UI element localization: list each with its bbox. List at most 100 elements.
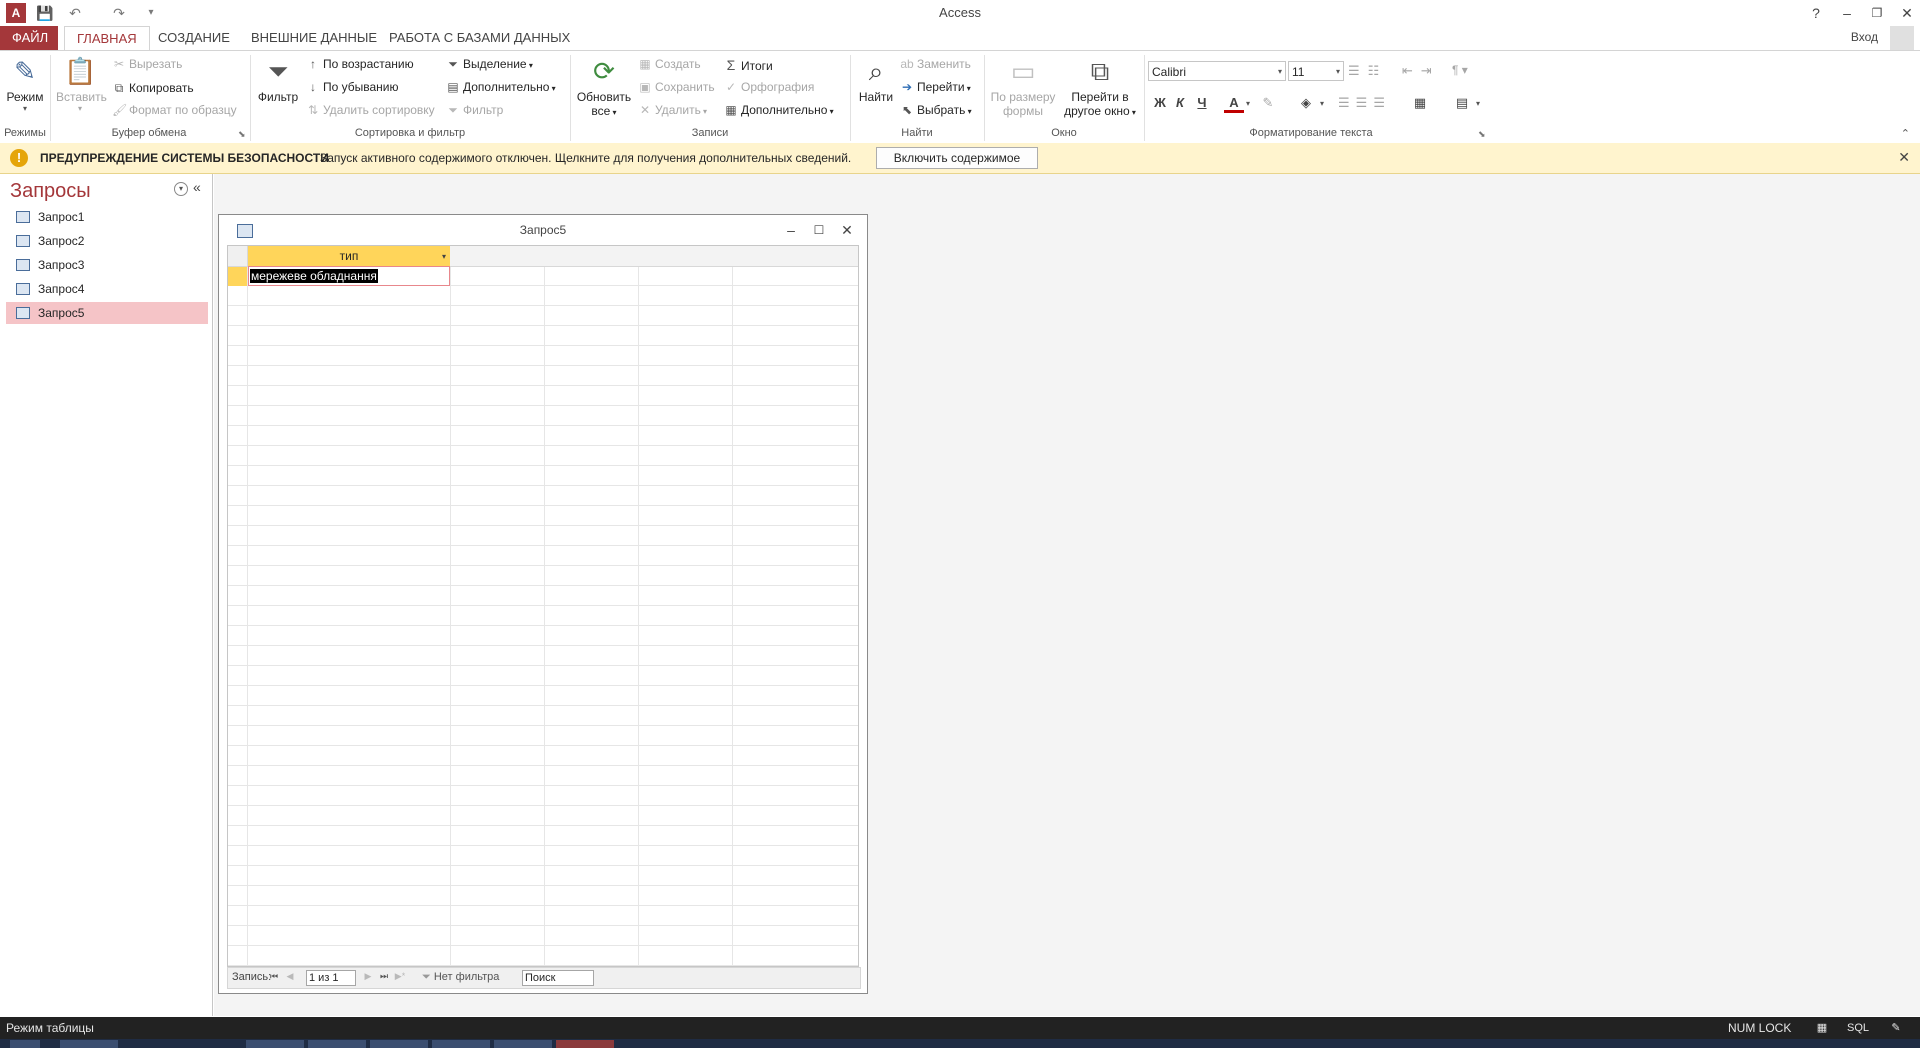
- chevron-down-icon[interactable]: ▾: [174, 182, 188, 196]
- help-button[interactable]: ?: [1801, 2, 1831, 24]
- search-input[interactable]: Поиск: [522, 970, 594, 986]
- nav-item-query5[interactable]: Запрос5: [6, 302, 208, 324]
- datasheet-grid[interactable]: тип ▾ мережеве обладнання: [227, 245, 859, 967]
- fill-color-icon[interactable]: ◈: [1296, 93, 1316, 113]
- new-record-icon[interactable]: ▶*: [394, 971, 406, 982]
- indent-buttons[interactable]: ⇤⇥: [1402, 63, 1440, 79]
- chevron-down-icon[interactable]: ▾: [442, 247, 446, 267]
- design-view-icon[interactable]: ✎: [1884, 1019, 1908, 1037]
- taskbar-app[interactable]: [432, 1040, 490, 1048]
- gridlines-icon[interactable]: ▤: [1452, 93, 1472, 113]
- sort-ascending-button[interactable]: ↑ По возрастанию: [306, 57, 414, 71]
- taskbar-app[interactable]: [246, 1040, 304, 1048]
- taskbar-app[interactable]: [60, 1040, 118, 1048]
- switch-windows-button[interactable]: ⧉ Перейти в другое окно ▾: [1060, 55, 1140, 118]
- restore-button[interactable]: ❐: [1862, 2, 1892, 24]
- chevron-down-icon[interactable]: ▾: [1246, 99, 1250, 108]
- tab-home[interactable]: ГЛАВНАЯ: [64, 26, 150, 51]
- underline-button[interactable]: Ч: [1192, 93, 1212, 113]
- nav-item-query2[interactable]: Запрос2: [6, 230, 208, 252]
- filter-button[interactable]: ⏷ Фильтр: [254, 55, 302, 104]
- security-warning-message[interactable]: Запуск активного содержимого отключен. Щ…: [320, 151, 851, 165]
- row-selector[interactable]: [228, 267, 247, 286]
- dialog-launcher-icon[interactable]: ⬊: [238, 129, 246, 140]
- collapse-ribbon-icon[interactable]: ⌃: [1901, 127, 1910, 140]
- current-record-input[interactable]: 1 из 1: [306, 970, 356, 986]
- replace-button[interactable]: ab Заменить: [900, 57, 971, 71]
- new-record-button[interactable]: ▦ Создать: [638, 57, 700, 71]
- copy-button[interactable]: ⧉ Копировать: [112, 81, 194, 96]
- taskbar-app[interactable]: [494, 1040, 552, 1048]
- format-painter-button[interactable]: 🖌 Формат по образцу: [112, 103, 237, 117]
- cell-value[interactable]: мережеве обладнання: [250, 269, 378, 283]
- datasheet-view-icon[interactable]: ▦: [1810, 1019, 1834, 1037]
- nav-item-query4[interactable]: Запрос4: [6, 278, 208, 300]
- next-record-icon[interactable]: ▶: [362, 971, 374, 982]
- goto-button[interactable]: ➔ Перейти ▾: [900, 80, 971, 94]
- align-right-icon[interactable]: ☰: [1373, 95, 1391, 110]
- maximize-button[interactable]: ☐: [807, 219, 831, 241]
- tab-file[interactable]: ФАЙЛ: [0, 26, 58, 50]
- sort-descending-button[interactable]: ↓ По убыванию: [306, 80, 399, 94]
- minimize-button[interactable]: –: [1832, 2, 1862, 24]
- tab-create[interactable]: СОЗДАНИЕ: [146, 26, 242, 50]
- find-button[interactable]: ⌕ Найти: [854, 55, 898, 104]
- minimize-button[interactable]: –: [779, 219, 803, 241]
- select-all-button[interactable]: [228, 246, 248, 266]
- sql-view-button[interactable]: SQL: [1846, 1019, 1870, 1037]
- nav-item-query1[interactable]: Запрос1: [6, 206, 208, 228]
- cut-button[interactable]: ✂ Вырезать: [112, 57, 182, 71]
- last-record-icon[interactable]: ⏭: [378, 971, 390, 982]
- advanced-filter-button[interactable]: ▤ Дополнительно ▾: [446, 80, 555, 94]
- paste-button[interactable]: 📋 Вставить ▾: [56, 55, 107, 113]
- view-button[interactable]: ✎ Режим ▾: [4, 55, 46, 113]
- alternate-row-color-icon[interactable]: ▦: [1410, 93, 1430, 113]
- taskbar-app-access[interactable]: [556, 1040, 614, 1048]
- toggle-filter-button[interactable]: ⏷ Фильтр: [446, 103, 503, 118]
- totals-button[interactable]: Σ Итоги: [724, 57, 773, 73]
- align-left-icon[interactable]: ☰: [1338, 95, 1356, 110]
- paragraph-direction-icon[interactable]: ¶ ▾: [1452, 63, 1468, 77]
- indent-increase-icon[interactable]: ⇥: [1421, 63, 1440, 78]
- column-header-type[interactable]: тип ▾: [248, 246, 450, 266]
- font-color-button[interactable]: A: [1224, 93, 1244, 113]
- bullets-icon[interactable]: ☰: [1348, 63, 1368, 78]
- close-button[interactable]: ✕: [1892, 2, 1920, 24]
- tab-external-data[interactable]: ВНЕШНИЕ ДАННЫЕ: [239, 26, 389, 50]
- more-records-button[interactable]: ▦ Дополнительно ▾: [724, 103, 833, 117]
- numbering-icon[interactable]: ☷: [1368, 63, 1388, 78]
- previous-record-icon[interactable]: ◀: [284, 971, 296, 982]
- avatar[interactable]: [1890, 26, 1914, 50]
- nav-item-query3[interactable]: Запрос3: [6, 254, 208, 276]
- sign-in-link[interactable]: Вход: [1851, 30, 1878, 44]
- size-to-fit-form-button[interactable]: ▭ По размеру формы: [988, 55, 1058, 118]
- refresh-all-button[interactable]: ⟳ Обновить все ▾: [574, 55, 634, 118]
- font-size-select[interactable]: 11 ▾: [1288, 61, 1344, 81]
- selection-button[interactable]: ⏷ Выделение ▾: [446, 57, 533, 72]
- align-buttons[interactable]: ☰☰☰: [1338, 95, 1391, 111]
- chevron-down-icon[interactable]: ▾: [1476, 99, 1480, 108]
- list-buttons[interactable]: ☰☷: [1348, 63, 1387, 79]
- highlight-icon[interactable]: ✎: [1258, 93, 1278, 113]
- delete-record-button[interactable]: ✕ Удалить ▾: [638, 103, 707, 117]
- spelling-button[interactable]: ✓ Орфография: [724, 80, 814, 94]
- dialog-launcher-icon[interactable]: ⬊: [1478, 129, 1486, 140]
- tab-database-tools[interactable]: РАБОТА С БАЗАМИ ДАННЫХ: [377, 26, 582, 50]
- taskbar-app[interactable]: [308, 1040, 366, 1048]
- indent-decrease-icon[interactable]: ⇤: [1402, 63, 1421, 78]
- close-icon[interactable]: ✕: [1898, 149, 1910, 166]
- save-record-button[interactable]: ▣ Сохранить: [638, 80, 714, 94]
- font-name-select[interactable]: Calibri ▾: [1148, 61, 1286, 81]
- select-button[interactable]: ⬉ Выбрать ▾: [900, 103, 972, 117]
- taskbar-app[interactable]: [370, 1040, 428, 1048]
- align-center-icon[interactable]: ☰: [1356, 95, 1374, 110]
- collapse-pane-icon[interactable]: «: [193, 179, 201, 195]
- nav-pane-title[interactable]: Запросы: [10, 180, 91, 203]
- remove-sort-button[interactable]: ⇅ Удалить сортировку: [306, 103, 435, 117]
- filter-status[interactable]: ⏷ Нет фильтра: [422, 971, 499, 984]
- italic-button[interactable]: К: [1170, 93, 1190, 113]
- first-record-icon[interactable]: ⏮: [268, 971, 280, 982]
- enable-content-button[interactable]: Включить содержимое: [876, 147, 1038, 169]
- chevron-down-icon[interactable]: ▾: [1320, 99, 1324, 108]
- start-button[interactable]: [10, 1040, 40, 1048]
